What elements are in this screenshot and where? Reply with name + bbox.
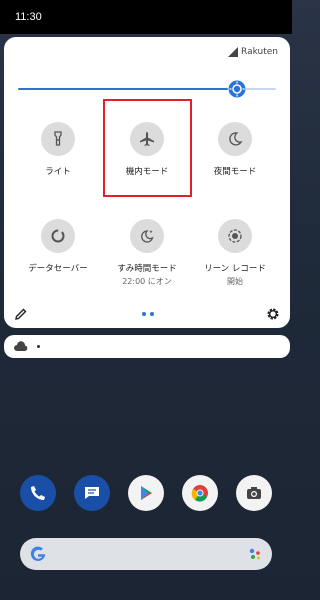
play-store-icon[interactable]	[128, 475, 164, 511]
camera-icon[interactable]	[236, 475, 272, 511]
bedtime-icon	[130, 219, 164, 253]
tile-bedtime[interactable]: すみ時間モード 22:00 にオン	[102, 219, 192, 287]
flashlight-icon	[41, 122, 75, 156]
google-search-bar[interactable]	[20, 538, 272, 570]
cloud-icon	[14, 341, 28, 351]
notification-bar[interactable]	[4, 335, 290, 358]
screen-record-icon	[218, 219, 252, 253]
data-saver-icon	[41, 219, 75, 253]
home-dock	[0, 475, 292, 515]
page-dot	[150, 312, 154, 316]
status-bar: 11:30	[0, 0, 292, 34]
messages-icon[interactable]	[74, 475, 110, 511]
moon-icon	[218, 122, 252, 156]
page-dot-active	[142, 312, 146, 316]
brightness-slider[interactable]	[18, 80, 276, 98]
tile-flashlight-label: ライト	[45, 167, 71, 177]
assistant-icon[interactable]	[248, 547, 262, 561]
tile-screen-record-sublabel: 開始	[227, 277, 243, 286]
tile-night-mode[interactable]: 夜間モード	[190, 122, 280, 177]
carrier-info: Rakuten	[228, 47, 278, 57]
quick-settings-panel: Rakuten ライト 機内モード 夜間モード データセーバー すみ時間モード …	[4, 37, 290, 328]
tile-night-mode-label: 夜間モード	[213, 167, 257, 177]
highlight-box	[103, 99, 192, 197]
tile-data-saver[interactable]: データセーバー	[13, 219, 103, 274]
edit-pencil-icon[interactable]	[14, 307, 28, 321]
tile-screen-record[interactable]: リーン レコード 開始	[190, 219, 280, 287]
chrome-icon[interactable]	[182, 475, 218, 511]
status-time: 11:30	[15, 11, 42, 23]
tile-data-saver-label: データセーバー	[28, 264, 88, 274]
signal-icon	[228, 47, 239, 57]
tile-flashlight[interactable]: ライト	[13, 122, 103, 177]
carrier-label: Rakuten	[241, 47, 278, 57]
tile-bedtime-sublabel: 22:00 にオン	[122, 277, 172, 286]
brightness-track-filled	[18, 88, 228, 90]
google-g-icon	[30, 546, 46, 561]
page-indicator	[142, 312, 154, 316]
brightness-track-empty	[246, 88, 276, 90]
settings-gear-icon[interactable]	[266, 307, 280, 321]
brightness-sun-icon[interactable]	[228, 80, 246, 98]
notification-dot	[37, 345, 40, 348]
tile-screen-record-label: リーン レコード	[204, 264, 266, 274]
phone-icon[interactable]	[20, 475, 56, 511]
tile-bedtime-label: すみ時間モード	[117, 264, 177, 274]
